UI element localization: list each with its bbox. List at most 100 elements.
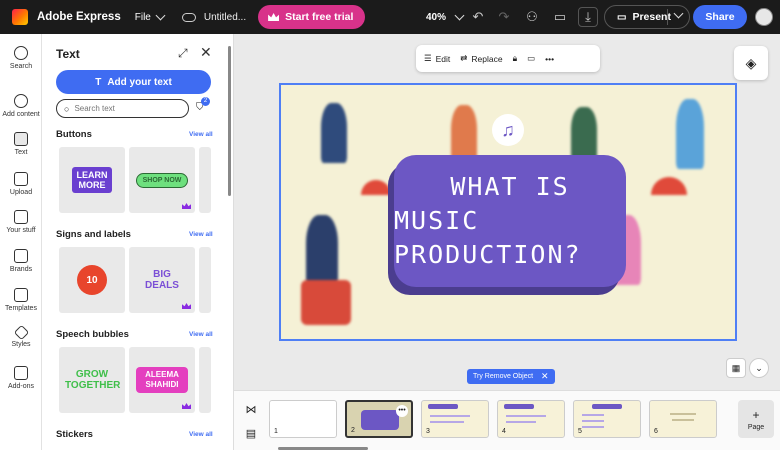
semicircle-shape bbox=[651, 177, 687, 195]
redo-icon[interactable]: ↷ bbox=[496, 9, 512, 25]
present-label: Present bbox=[632, 11, 671, 23]
search-icon bbox=[14, 46, 28, 60]
title-card[interactable]: WHAT IS MUSIC PRODUCTION? bbox=[394, 155, 626, 287]
view-all-link[interactable]: View all bbox=[189, 131, 213, 138]
rail-item-label: Styles bbox=[11, 341, 31, 348]
remove-object-label: Try Remove Object bbox=[473, 373, 534, 380]
page-thumbnail-selected[interactable]: ••• 2 bbox=[345, 400, 413, 438]
view-all-link[interactable]: View all bbox=[189, 231, 213, 238]
app-title: Adobe Express bbox=[37, 11, 121, 23]
layers-icon: ◈ bbox=[745, 54, 757, 71]
replace-label: Replace bbox=[471, 53, 503, 64]
share-button[interactable]: Share bbox=[693, 5, 747, 29]
rail-item-add-content[interactable]: Add content bbox=[0, 94, 42, 118]
rail-item-text[interactable]: Text bbox=[0, 132, 42, 156]
tile-chicken-sign[interactable]: 10 bbox=[59, 247, 125, 313]
section-title-signs-and-labels: Signs and labels bbox=[56, 229, 131, 240]
lock-button[interactable]: 🔒︎ bbox=[513, 53, 518, 64]
add-page-button[interactable]: + Page bbox=[738, 400, 774, 438]
expand-icon[interactable]: ⤢ bbox=[178, 46, 188, 61]
tile-shop-now[interactable]: SHOP NOW bbox=[129, 147, 195, 213]
comment-button[interactable]: ▭ bbox=[527, 53, 535, 64]
edit-label: Edit bbox=[435, 53, 451, 64]
trial-label: Start free trial bbox=[285, 11, 354, 23]
zoom-control[interactable]: 40% bbox=[426, 0, 465, 34]
undo-icon[interactable]: ↶ bbox=[470, 9, 486, 25]
start-free-trial-button[interactable]: Start free trial bbox=[258, 5, 366, 29]
close-icon[interactable]: ✕ bbox=[541, 371, 549, 382]
panel-scrollbar[interactable] bbox=[228, 46, 231, 196]
tile-partial[interactable] bbox=[199, 147, 211, 213]
page-button-label: Page bbox=[747, 423, 765, 431]
close-icon[interactable]: ✕ bbox=[200, 44, 212, 61]
page-thumbnail[interactable]: 6 bbox=[649, 400, 717, 438]
adobe-logo-icon bbox=[12, 9, 28, 25]
page-number: 1 bbox=[274, 428, 278, 435]
plus-icon: + bbox=[752, 407, 760, 422]
more-button[interactable]: ••• bbox=[545, 54, 554, 64]
search-field[interactable]: ○ bbox=[56, 99, 189, 118]
view-all-link[interactable]: View all bbox=[189, 431, 213, 438]
grid-view-icon[interactable]: ▦ bbox=[726, 358, 746, 378]
divider bbox=[667, 9, 668, 25]
tile-big-deals[interactable]: BIG DEALS bbox=[129, 247, 195, 313]
search-input[interactable] bbox=[74, 104, 175, 113]
tile-aleema-shahidi[interactable]: ALEEMA SHAHIDI bbox=[129, 347, 195, 413]
layers-button[interactable]: ◈ bbox=[734, 46, 768, 80]
section-title-buttons: Buttons bbox=[56, 129, 92, 140]
addons-icon bbox=[14, 366, 28, 380]
cloud-icon[interactable] bbox=[181, 12, 196, 22]
comment-icon[interactable]: ▭ bbox=[552, 9, 568, 25]
dancer-illustration bbox=[676, 99, 704, 169]
avatar[interactable] bbox=[755, 8, 773, 26]
more-icon[interactable]: ••• bbox=[396, 405, 408, 417]
crown-icon bbox=[268, 13, 280, 21]
rail-item-templates[interactable]: Templates bbox=[0, 288, 42, 312]
lock-icon: 🔒︎ bbox=[512, 53, 518, 63]
rail-item-brands[interactable]: Brands bbox=[0, 249, 42, 273]
edit-button[interactable]: ☰ Edit bbox=[424, 53, 450, 64]
page-thumbnail[interactable]: 5 bbox=[573, 400, 641, 438]
filter-count-badge: 2 bbox=[201, 97, 210, 106]
replace-button[interactable]: ⇄ Replace bbox=[460, 53, 502, 64]
tile-text: GROW TOGETHER bbox=[65, 369, 121, 391]
tile-partial[interactable] bbox=[199, 247, 211, 313]
search-icon: ○ bbox=[64, 103, 70, 114]
chevron-down-icon[interactable] bbox=[673, 8, 684, 19]
add-icon bbox=[14, 94, 28, 108]
rail-item-search[interactable]: Search bbox=[0, 46, 42, 70]
thumbnail-line bbox=[582, 414, 604, 416]
chevron-down-icon[interactable]: ⌄ bbox=[749, 358, 769, 378]
tile-partial[interactable] bbox=[199, 347, 211, 413]
rail-item-add-ons[interactable]: Add-ons bbox=[0, 366, 42, 390]
page-thumbnail[interactable]: 3 bbox=[421, 400, 489, 438]
notes-icon[interactable]: ▤ bbox=[242, 424, 260, 442]
transition-icon[interactable]: ⋈ bbox=[242, 400, 260, 418]
music-note-icon: ♫ bbox=[492, 114, 524, 146]
slide-title-line-1: WHAT IS bbox=[450, 172, 570, 201]
canvas-area: ☰ Edit ⇄ Replace 🔒︎ ▭ ••• ◈ WHAT IS MUSI… bbox=[234, 34, 780, 390]
page-number: 2 bbox=[351, 427, 355, 434]
file-menu[interactable]: File bbox=[135, 10, 166, 23]
slide-canvas[interactable]: WHAT IS MUSIC PRODUCTION? ♫ bbox=[279, 83, 737, 341]
tile-grow-together[interactable]: GROW TOGETHER bbox=[59, 347, 125, 413]
download-icon[interactable]: ⤓ bbox=[578, 7, 598, 27]
rail-item-your-stuff[interactable]: Your stuff bbox=[0, 210, 42, 234]
try-remove-object-button[interactable]: Try Remove Object ✕ bbox=[467, 369, 555, 384]
page-strip: ⋈ ▤ 1 ••• 2 3 4 5 6 + Page bbox=[234, 390, 780, 450]
collaborate-icon[interactable]: ⚇ bbox=[524, 9, 540, 25]
page-thumbnail[interactable]: 4 bbox=[497, 400, 565, 438]
present-button[interactable]: ▭ Present bbox=[604, 5, 690, 29]
add-your-text-button[interactable]: T Add your text bbox=[56, 70, 211, 94]
page-number: 5 bbox=[578, 428, 582, 435]
view-all-link[interactable]: View all bbox=[189, 331, 213, 338]
top-bar: Adobe Express File Untitled... Start fre… bbox=[0, 0, 780, 34]
rail-item-upload[interactable]: Upload bbox=[0, 172, 42, 196]
page-thumbnail[interactable]: 1 bbox=[269, 400, 337, 438]
thumbnail-card bbox=[361, 410, 399, 430]
rail-item-styles[interactable]: Styles bbox=[0, 324, 42, 348]
premium-crown-icon bbox=[182, 303, 191, 309]
document-name[interactable]: Untitled... bbox=[204, 12, 246, 23]
text-add-icon: T bbox=[95, 76, 102, 88]
tile-learn-more[interactable]: LEARN MORE bbox=[59, 147, 125, 213]
